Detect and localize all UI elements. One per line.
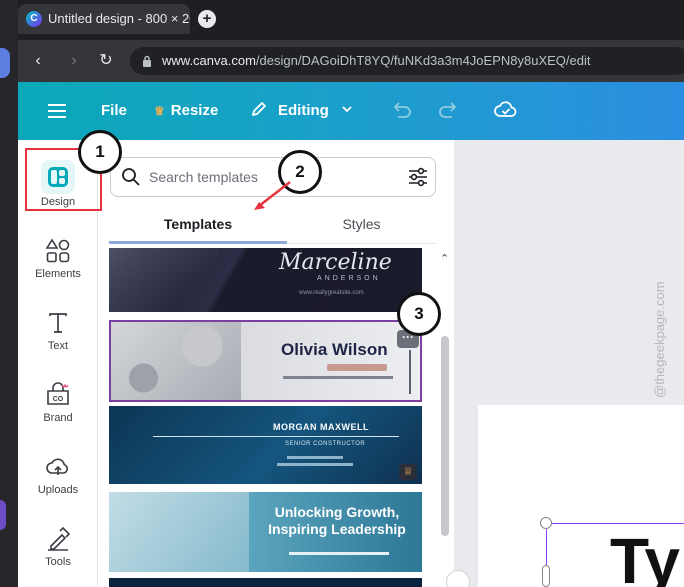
template-decor [287,456,343,459]
pencil-icon [252,102,266,116]
chevron-down-icon [342,106,352,113]
rail-label: Brand [43,412,73,424]
template-decor [409,350,411,394]
redo-icon[interactable] [438,102,460,120]
screenshot-root: C Untitled design - 800 × 20 + ‹ › ↻ www… [0,0,684,587]
template-decor [109,248,219,312]
annotation-arrow [254,181,291,210]
rail-label: Uploads [37,484,79,496]
back-button[interactable]: ‹ [28,51,48,71]
design-artboard[interactable]: Ty [478,405,684,587]
brand-icon: CO [47,382,69,405]
tools-icon [48,526,71,551]
url-path: /design/DAGoiDhT8YQ/fuNKd3a3m4JoEPN8y8uX… [255,53,591,68]
menu-icon[interactable] [48,104,66,118]
tab-templates[interactable]: Templates [109,210,287,244]
panel-scrollbar[interactable]: ⌃ [440,252,449,587]
filter-sliders-icon[interactable] [407,167,429,187]
elements-shapes-icon [45,238,70,263]
template-footer: www.reallygreatsite.com [299,290,364,296]
template-card[interactable] [109,578,422,587]
resize-button[interactable]: ♕ Resize [154,82,218,140]
cloud-saved-icon[interactable] [494,99,518,121]
crown-icon: ♕ [154,104,165,118]
rail-label: Text [47,340,69,352]
canva-top-bar: File ♕ Resize Editing [18,82,684,140]
template-title: Olivia Wilson [281,340,388,359]
template-card[interactable]: Marceline ANDERSON www.reallygreatsite.c… [109,248,422,312]
annotation-badge-3: 3 [397,292,441,336]
rail-item-elements[interactable]: Elements [18,230,98,302]
tab-styles[interactable]: Styles [287,210,436,244]
template-decor [327,364,387,371]
panel-collapse-handle[interactable] [446,570,470,587]
template-title: Unlocking Growth, Inspiring Leadership [268,504,406,537]
forward-button[interactable]: › [64,51,84,71]
dock-item[interactable] [0,500,6,530]
scroll-up-icon[interactable]: ⌃ [440,252,449,265]
rail-label: Elements [35,268,81,280]
template-decor [277,463,353,466]
template-title: Marceline [279,250,392,275]
premium-crown-icon: ♕ [399,464,417,480]
search-placeholder: Search templates [149,169,258,185]
svg-text:CO: CO [53,396,64,403]
template-subtitle: SENIOR CONSTRUCTOR [285,441,366,447]
template-subtitle: ANDERSON [317,275,381,282]
url-field[interactable]: www.canva.com/design/DAGoiDhT8YQ/fuNKd3a… [130,47,684,75]
os-dock-strip [0,0,18,587]
panel-tabs: Templates Styles [109,210,436,246]
lock-icon [143,55,151,67]
tab-title: Untitled design - 800 × 20 [48,11,190,26]
scrollbar-thumb[interactable] [441,336,449,536]
reload-button[interactable]: ↻ [96,51,116,71]
url-host: www.canva.com [162,53,256,68]
resize-handle[interactable] [540,517,552,529]
template-title: MORGAN MAXWELL [273,422,369,432]
cloud-upload-icon [46,458,68,475]
template-decor [153,436,399,437]
resize-handle[interactable] [542,565,550,587]
rail-item-tools[interactable]: Tools [18,518,98,587]
template-decor [109,492,249,572]
watermark-text: @thegeekpage.com [652,281,667,398]
template-card[interactable]: MORGAN MAXWELL SENIOR CONSTRUCTOR ♕ [109,406,422,484]
editing-label: Editing [278,102,329,119]
rail-label: Tools [45,556,71,568]
annotation-badge-1: 1 [78,130,122,174]
editing-mode-button[interactable]: Editing [250,82,353,140]
rail-item-uploads[interactable]: Uploads [18,446,98,518]
browser-address-bar: ‹ › ↻ www.canva.com/design/DAGoiDhT8YQ/f… [18,40,684,82]
template-card-selected[interactable]: Olivia Wilson ··· [109,320,422,402]
resize-label: Resize [170,102,219,119]
text-icon [49,313,67,333]
dock-item[interactable] [0,48,10,78]
search-icon [122,168,140,186]
browser-tab-active[interactable]: C Untitled design - 800 × 20 [18,4,190,34]
template-decor [111,322,241,400]
template-decor [283,376,393,379]
rail-item-brand[interactable]: CO Brand [18,374,98,446]
canvas-text-preview[interactable]: Ty [610,529,680,587]
undo-icon[interactable] [390,102,412,120]
new-tab-button[interactable]: + [198,10,216,28]
rail-item-text[interactable]: Text [18,302,98,374]
template-decor [289,552,389,555]
template-card[interactable]: Unlocking Growth, Inspiring Leadership [109,492,422,572]
canva-favicon-icon: C [26,11,42,27]
